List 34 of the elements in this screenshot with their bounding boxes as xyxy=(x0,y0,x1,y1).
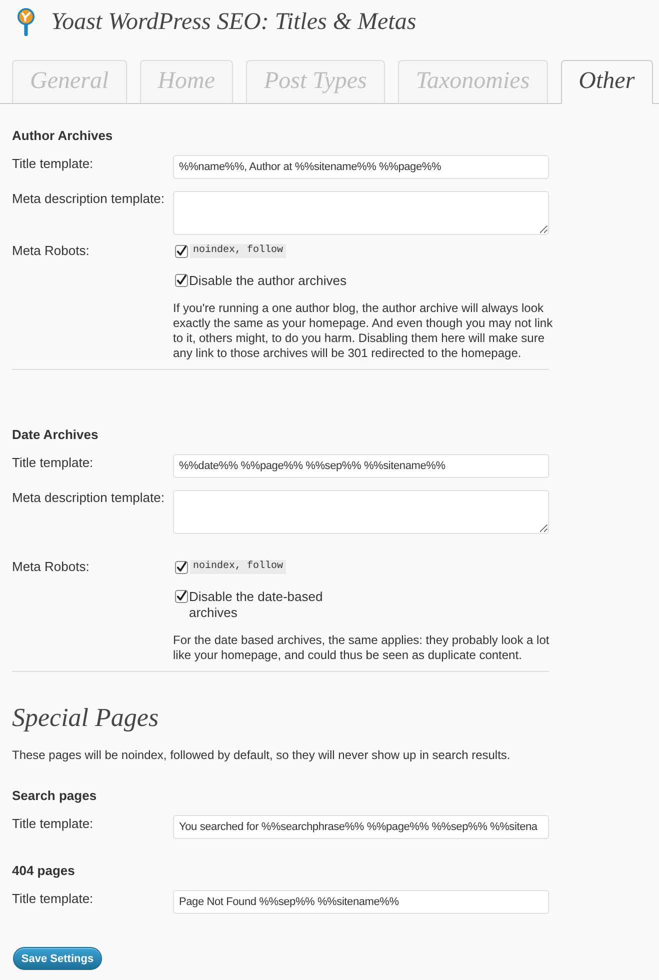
field-label: Meta Robots: xyxy=(12,243,90,259)
text-input[interactable]: %%date%% %%page%% %%sep%% %%sitename%% xyxy=(173,454,549,478)
checkbox-label: Disable the date-based archives xyxy=(189,589,324,621)
robots-option-code: noindex, follow xyxy=(190,244,286,258)
save-settings-button[interactable]: Save Settings xyxy=(13,947,102,970)
field-label: Meta description template: xyxy=(12,191,164,207)
field-label: Title template: xyxy=(12,891,94,907)
field-label: Title template: xyxy=(12,156,94,172)
tab[interactable]: Other xyxy=(560,60,653,104)
field-label: Title template: xyxy=(12,455,94,471)
section-heading: Author Archives xyxy=(12,128,113,144)
help-text: For the date based archives, the same applies: they probably look a lot like your homepage, and could thus be seen as duplicate content. xyxy=(173,633,550,663)
section-heading: 404 pages xyxy=(12,863,75,879)
section-heading: Search pages xyxy=(12,788,97,804)
help-text: If you're running a one author blog, the author archive will always look exactly the same as your homepage. And even though you may not link to it, others might, to do you harm. Disabling them here will make sure any link to those archives will be 301 redirected to the homepage. xyxy=(173,301,554,361)
textarea-field[interactable] xyxy=(173,191,549,235)
checkbox[interactable] xyxy=(175,590,188,603)
checkbox[interactable] xyxy=(175,274,188,287)
page-title: Yoast WordPress SEO: Titles & Metas xyxy=(51,8,416,37)
checkbox[interactable] xyxy=(175,244,188,258)
section-title: Special Pages xyxy=(12,703,159,733)
magnifier-logo-icon xyxy=(17,8,35,36)
field-label: Title template: xyxy=(12,816,94,832)
robots-option-code: noindex, follow xyxy=(190,560,286,574)
text-input[interactable]: %%name%%, Author at %%sitename%% %%page%% xyxy=(173,155,549,179)
text-input[interactable]: Page Not Found %%sep%% %%sitename%% xyxy=(173,890,549,914)
field-label: Meta Robots: xyxy=(12,559,90,575)
section-heading: Date Archives xyxy=(12,427,98,443)
text-input[interactable]: You searched for %%searchphrase%% %%page%% %%sep%% %%sitena xyxy=(173,815,549,839)
checkbox-label: Disable the author archives xyxy=(189,273,347,289)
field-label: Meta description template: xyxy=(12,490,164,506)
textarea-field[interactable] xyxy=(173,490,549,534)
intro-text: These pages will be noindex, followed by default, so they will never show up in search results. xyxy=(12,748,510,763)
checkbox[interactable] xyxy=(175,560,188,574)
